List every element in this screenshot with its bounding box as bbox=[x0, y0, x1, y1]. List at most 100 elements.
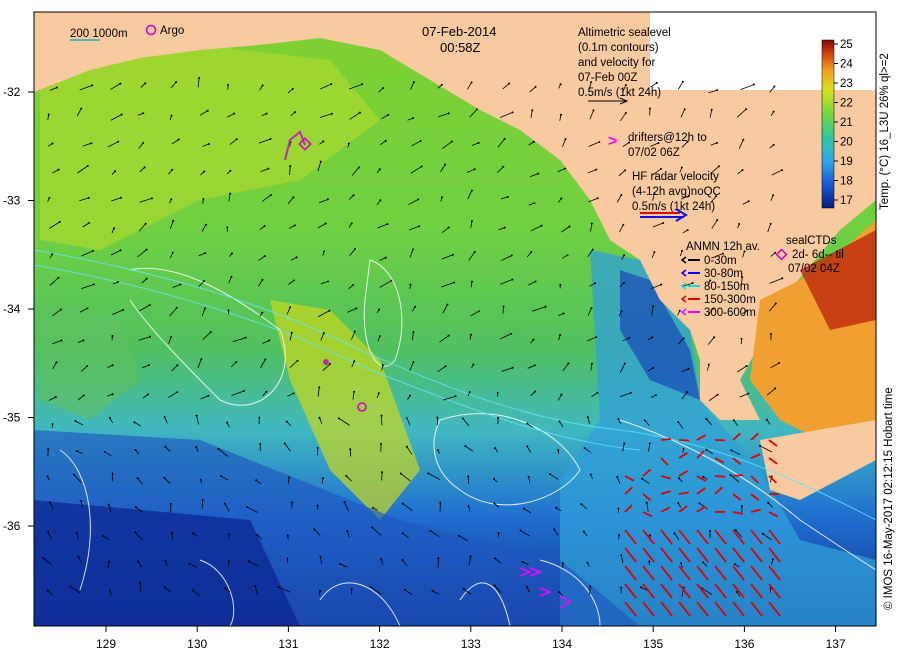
velocity-arrow-head bbox=[589, 473, 592, 476]
velocity-arrow-head bbox=[418, 225, 421, 228]
velocity-arrow-head bbox=[265, 112, 268, 115]
velocity-arrow-head bbox=[686, 229, 689, 232]
velocity-arrow-head bbox=[733, 563, 736, 566]
velocity-arrow-head bbox=[464, 445, 467, 448]
velocity-arrow-head bbox=[440, 83, 443, 86]
velocity-arrow-head bbox=[527, 475, 530, 478]
anmn-legend-label: 150-300m bbox=[704, 294, 756, 306]
velocity-arrow-head bbox=[622, 223, 625, 226]
x-tick-label: 135 bbox=[643, 637, 663, 651]
velocity-arrow-head bbox=[469, 333, 472, 336]
velocity-arrow-head bbox=[560, 393, 563, 396]
velocity-arrow-head bbox=[595, 168, 598, 171]
velocity-arrow-head bbox=[729, 474, 732, 477]
velocity-arrow-head bbox=[641, 477, 644, 480]
velocity-arrow-head bbox=[461, 417, 464, 420]
velocity-arrow-head bbox=[747, 392, 750, 395]
velocity-arrow-head bbox=[134, 506, 137, 509]
velocity-arrow-head bbox=[103, 451, 106, 454]
velocity-arrow-head bbox=[497, 416, 500, 419]
velocity-arrow-head bbox=[51, 142, 54, 145]
imos-credit: © IMOS 16-May-2017 02:12:15 Hobart time bbox=[883, 387, 895, 610]
drifter-legend-icon: > bbox=[608, 133, 617, 150]
velocity-arrow-head bbox=[648, 442, 651, 445]
velocity-arrow-head bbox=[412, 117, 415, 120]
velocity-arrow-head bbox=[198, 76, 201, 79]
velocity-arrow-head bbox=[113, 227, 116, 230]
velocity-arrow-head bbox=[680, 249, 683, 252]
y-tick-label: -35 bbox=[3, 411, 21, 425]
velocity-arrow-head bbox=[170, 114, 173, 117]
velocity-arrow-head bbox=[470, 220, 473, 223]
hf-radar-arrow bbox=[660, 438, 672, 441]
velocity-arrow-head bbox=[73, 473, 76, 476]
velocity-arrow-head bbox=[109, 589, 112, 592]
velocity-arrow-head bbox=[525, 585, 528, 588]
anmn-title: ANMN 12h av. bbox=[686, 241, 760, 253]
y-tick-label: -32 bbox=[3, 85, 21, 99]
velocity-arrow-head bbox=[224, 587, 227, 590]
velocity-arrow-head bbox=[567, 362, 570, 365]
velocity-arrow-head bbox=[530, 251, 533, 254]
velocity-arrow-head bbox=[86, 164, 89, 167]
velocity-arrow-head bbox=[116, 280, 119, 283]
velocity-arrow-head bbox=[648, 534, 651, 537]
velocity-arrow-head bbox=[540, 224, 543, 227]
velocity-arrow-head bbox=[286, 534, 289, 537]
velocity-arrow-head bbox=[209, 331, 212, 334]
hf-radar-arrow bbox=[732, 474, 744, 477]
velocity-arrow-head bbox=[147, 393, 150, 396]
velocity-arrow-head bbox=[420, 165, 423, 168]
velocity-arrow-head bbox=[623, 442, 626, 445]
argo-legend-label: Argo bbox=[160, 25, 184, 37]
velocity-arrow-head bbox=[295, 256, 298, 259]
velocity-arrow-head bbox=[705, 448, 708, 451]
velocity-arrow-head bbox=[343, 501, 346, 504]
velocity-arrow-head bbox=[169, 502, 172, 505]
velocity-arrow-head bbox=[79, 499, 82, 502]
velocity-arrow-head bbox=[660, 283, 663, 286]
velocity-arrow-head bbox=[147, 364, 150, 367]
velocity-arrow-head bbox=[702, 561, 705, 564]
velocity-arrow-head bbox=[624, 84, 627, 87]
velocity-arrow-head bbox=[441, 196, 444, 199]
velocity-arrow-head bbox=[355, 307, 358, 310]
velocity-arrow-head bbox=[742, 138, 745, 141]
velocity-arrow-head bbox=[451, 253, 454, 256]
velocity-arrow-head bbox=[134, 531, 137, 534]
velocity-arrow-head bbox=[716, 89, 719, 92]
colorbar-label: Temp. (°C) 16_L3U 26% ql>=2 bbox=[879, 53, 891, 210]
velocity-arrow-head bbox=[774, 387, 777, 390]
velocity-arrow-head bbox=[217, 447, 220, 450]
velocity-arrow-head bbox=[75, 450, 78, 453]
velocity-arrow-head bbox=[521, 560, 524, 563]
velocity-arrow-head bbox=[470, 189, 473, 192]
velocity-arrow-head bbox=[347, 142, 350, 145]
velocity-arrow-head bbox=[680, 166, 683, 169]
velocity-arrow-head bbox=[203, 170, 206, 173]
y-axis: -32 -33 -34 -35 -36 bbox=[3, 85, 34, 533]
velocity-arrow-head bbox=[233, 112, 236, 115]
velocity-arrow-head bbox=[229, 169, 232, 172]
velocity-arrow-head bbox=[503, 226, 506, 229]
velocity-arrow-head bbox=[767, 501, 770, 504]
velocity-arrow-head bbox=[92, 283, 95, 286]
velocity-arrow-head bbox=[468, 391, 471, 394]
drifters-line-1: 07/02 06Z bbox=[628, 147, 680, 159]
velocity-arrow-head bbox=[414, 305, 417, 308]
velocity-arrow-head bbox=[648, 107, 651, 110]
velocity-arrow-head bbox=[623, 254, 626, 257]
velocity-arrow-head bbox=[150, 197, 153, 200]
scale-depths-label: 200 1000m bbox=[70, 28, 128, 40]
velocity-arrow-head bbox=[292, 196, 295, 199]
velocity-arrow-head bbox=[403, 588, 406, 591]
velocity-arrow-head bbox=[429, 530, 432, 533]
velocity-arrow-head bbox=[510, 332, 513, 335]
velocity-arrow-head bbox=[582, 530, 585, 533]
velocity-arrow-head bbox=[59, 308, 62, 311]
velocity-arrow-head bbox=[369, 586, 372, 589]
velocity-arrow-head bbox=[292, 392, 295, 395]
velocity-arrow-head bbox=[324, 222, 327, 225]
velocity-arrow-head bbox=[617, 417, 620, 420]
velocity-arrow-head bbox=[352, 194, 355, 197]
